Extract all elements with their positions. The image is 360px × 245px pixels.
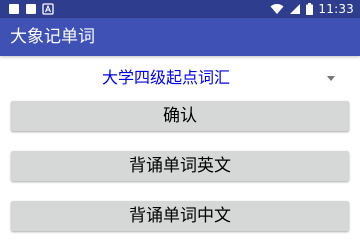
status-notifications [8,3,54,15]
recite-chinese-button-label: 背诵单词中文 [129,206,231,226]
confirm-button-label: 确认 [163,106,197,126]
a-notification-icon [42,3,54,15]
status-bar: 11:33 [0,0,360,18]
dropdown-arrow-icon [327,76,335,81]
vocabulary-level-spinner[interactable]: 大学四级起点词汇 [0,62,360,94]
recite-chinese-button[interactable]: 背诵单词中文 [11,201,349,231]
status-time: 11:33 [318,2,354,16]
cellular-signal-icon [290,4,301,14]
spinner-selected-value: 大学四级起点词汇 [102,68,231,87]
app-title: 大象记单词 [10,27,95,47]
app-screen: 11:33 大象记单词 大学四级起点词汇 确认 背诵单词英文 背诵单词中文 [0,0,360,245]
app-bar: 大象记单词 [0,18,360,56]
square-notification-icon [9,4,19,14]
wifi-icon [270,4,284,15]
status-system-icons: 11:33 [270,1,354,17]
square-notification-icon [26,4,36,14]
battery-icon [306,3,314,15]
confirm-button[interactable]: 确认 [11,101,349,131]
recite-english-button-label: 背诵单词英文 [129,156,231,176]
recite-english-button[interactable]: 背诵单词英文 [11,151,349,181]
